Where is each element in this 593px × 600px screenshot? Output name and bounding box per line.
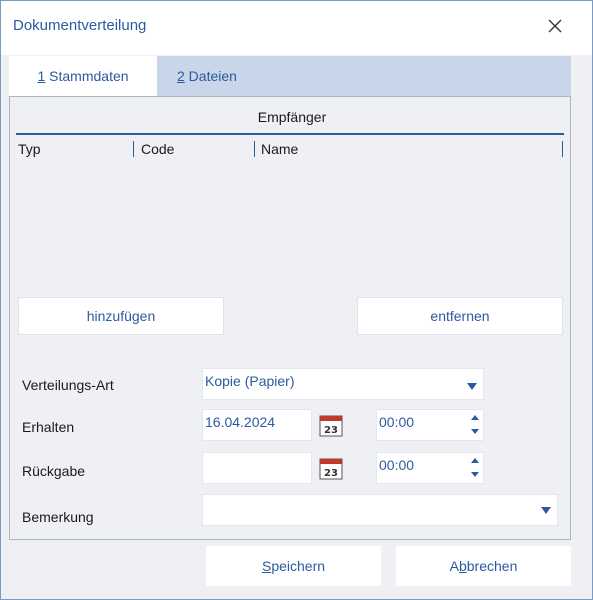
tab-mnemonic: 2 [177, 68, 185, 84]
return-date-input[interactable] [202, 452, 312, 484]
calendar-day-text: 23 [324, 468, 338, 479]
received-time-value: 00:00 [379, 414, 415, 430]
return-time-spinner[interactable] [470, 456, 480, 480]
tab-strip: 1 Stammdaten 2 Dateien [9, 56, 571, 96]
return-label: Rückgabe [22, 463, 86, 479]
chevron-down-icon [541, 507, 551, 514]
return-time-input[interactable]: 00:00 [376, 452, 484, 484]
column-header-typ[interactable]: Typ [18, 141, 41, 157]
dialog-window: Dokumentverteilung 1 Stammdaten 2 Dateie… [0, 0, 593, 600]
close-icon [548, 19, 562, 33]
title-bar: Dokumentverteilung [1, 1, 592, 55]
received-date-input[interactable]: 16.04.2024 [202, 409, 312, 441]
spin-down-icon[interactable] [471, 429, 479, 434]
save-label-rest: peichern [271, 558, 326, 574]
distribution-type-dropdown[interactable]: Kopie (Papier) [202, 368, 484, 400]
column-header-code[interactable]: Code [141, 141, 174, 157]
cancel-mnemonic: b [458, 558, 467, 574]
close-button[interactable] [536, 9, 574, 43]
chevron-down-icon [467, 383, 477, 390]
spin-up-icon[interactable] [471, 458, 479, 463]
spin-up-icon[interactable] [471, 415, 479, 420]
spin-down-icon[interactable] [471, 472, 479, 477]
tab-label: Dateien [184, 68, 237, 84]
remark-dropdown[interactable] [202, 494, 558, 526]
calendar-icon[interactable]: 23 [319, 413, 343, 437]
tab-stammdaten[interactable]: 1 Stammdaten [9, 56, 157, 96]
received-time-input[interactable]: 00:00 [376, 409, 484, 441]
column-separator[interactable] [254, 141, 255, 157]
column-header-name[interactable]: Name [261, 141, 298, 157]
tab-label: Stammdaten [45, 68, 129, 84]
stammdaten-panel: Empfänger Typ Code Name hinzufügen entfe… [9, 96, 571, 540]
window-title: Dokumentverteilung [13, 17, 147, 34]
column-separator[interactable] [562, 141, 563, 157]
return-time-value: 00:00 [379, 457, 415, 473]
cancel-label-pre: A [449, 558, 459, 574]
save-mnemonic: S [261, 558, 272, 574]
calendar-day-text: 23 [324, 425, 338, 436]
column-separator[interactable] [133, 141, 134, 157]
cancel-button[interactable]: Ab brechen [396, 546, 571, 586]
remark-label: Bemerkung [22, 509, 94, 525]
recipients-header: Empfänger [257, 109, 327, 125]
distribution-type-value: Kopie (Papier) [205, 373, 295, 389]
calendar-icon[interactable]: 23 [319, 456, 343, 480]
save-button[interactable]: Speichern [206, 546, 381, 586]
received-date-value: 16.04.2024 [205, 414, 276, 430]
received-label: Erhalten [22, 419, 75, 435]
distribution-type-label: Verteilungs-Art [22, 377, 114, 393]
received-time-spinner[interactable] [470, 413, 480, 437]
tab-dateien[interactable]: 2 Dateien [177, 56, 277, 96]
recipients-header-line [16, 133, 564, 135]
add-recipient-button[interactable]: hinzufügen [18, 297, 224, 335]
cancel-label-rest: brechen [466, 558, 518, 574]
tab-mnemonic: 1 [37, 68, 46, 84]
remove-recipient-button[interactable]: entfernen [357, 297, 563, 335]
